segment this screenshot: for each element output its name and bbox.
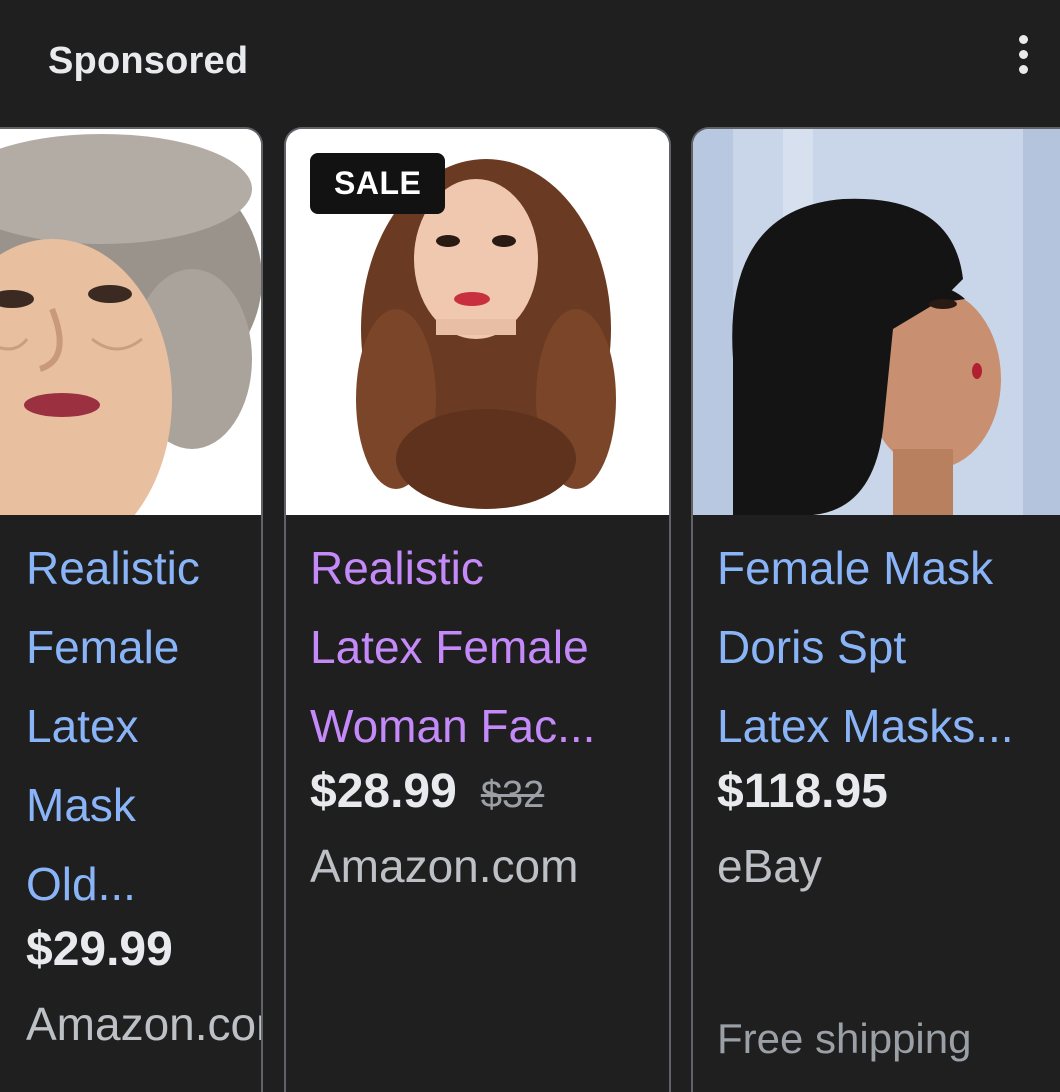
merchant-name: Amazon.com xyxy=(310,840,579,892)
sale-badge: SALE xyxy=(310,153,446,214)
shipping-info: Free shipping xyxy=(717,1015,972,1062)
sponsored-products-carousel: Sponsored Realistic Female Latex Mask Ol… xyxy=(0,0,1060,1092)
product-card[interactable]: Realistic Female Latex Mask Old... $29.9… xyxy=(0,127,263,1092)
product-image xyxy=(0,129,261,515)
product-title-link[interactable]: Realistic Female Latex Mask Old... xyxy=(26,529,253,924)
original-price: $32 xyxy=(480,774,545,816)
product-price: $29.99 xyxy=(26,923,173,976)
merchant-name: Amazon.com xyxy=(26,998,261,1050)
product-card[interactable]: SALE Realistic Latex Female Woman Fac...… xyxy=(284,127,671,1092)
product-title-link[interactable]: Female Mask Doris Spt Latex Masks... xyxy=(717,529,1060,766)
more-vert-icon xyxy=(1018,34,1028,44)
merchant-name: eBay xyxy=(717,840,822,892)
product-info: Realistic Latex Female Woman Fac... $28.… xyxy=(310,529,661,893)
product-image xyxy=(693,129,1060,515)
sponsored-label: Sponsored xyxy=(48,40,249,82)
product-info: Realistic Female Latex Mask Old... $29.9… xyxy=(26,529,261,1051)
product-card[interactable]: Female Mask Doris Spt Latex Masks... $11… xyxy=(691,127,1060,1092)
product-image: SALE xyxy=(286,129,669,515)
more-options-button[interactable] xyxy=(1004,30,1042,78)
product-title-link[interactable]: Realistic Latex Female Woman Fac... xyxy=(310,529,661,766)
product-price: $118.95 xyxy=(717,765,888,818)
product-info: Female Mask Doris Spt Latex Masks... $11… xyxy=(717,529,1060,893)
product-price: $28.99 xyxy=(310,765,457,818)
